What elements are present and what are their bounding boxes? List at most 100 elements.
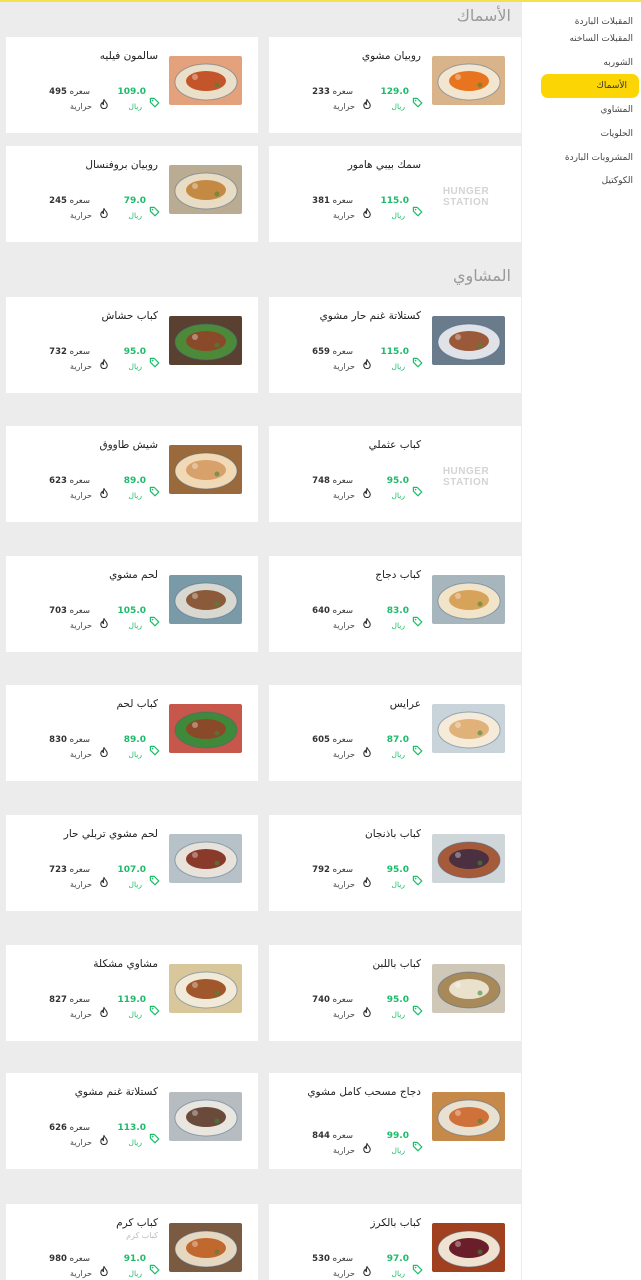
flame-icon: [363, 483, 371, 499]
menu-item-card[interactable]: عرايس 87.0 ريال سعره 605 حرارية: [269, 685, 521, 781]
menu-item-name: مشاوي مشكلة: [93, 958, 158, 970]
menu-item-card[interactable]: دجاج مسحب كامل مشوي 99.0 ريال سعره 844 حراري…: [269, 1073, 521, 1169]
menu-item-card[interactable]: كباب باللبن 95.0 ريال سعره 740 حرارية: [269, 945, 521, 1041]
currency-label: ريال: [391, 1010, 405, 1019]
calorie-unit-label: حرارية: [333, 211, 355, 220]
menu-item-calories: سعره 723: [49, 865, 90, 875]
sidebar-item-cocktails[interactable]: الكوكتيل: [602, 169, 633, 193]
menu-item-name: كباب لحم: [116, 698, 158, 710]
menu-item-card[interactable]: لحم مشوي 105.0 ريال سعره 703 حرارية: [6, 556, 258, 652]
menu-item-calories: سعره 659: [312, 347, 353, 357]
calorie-unit-label: حرارية: [70, 491, 92, 500]
menu-item-image: [432, 964, 505, 1013]
calorie-unit-label: حرارية: [70, 211, 92, 220]
menu-item-card[interactable]: HUNGER STATION كباب عثملي 95.0 ريال سعره 748…: [269, 426, 521, 522]
menu-item-card[interactable]: روبيان بروفنسال 79.0 ريال سعره 245 حرارية: [6, 146, 258, 242]
currency-label: ريال: [128, 211, 142, 220]
currency-label: ريال: [391, 211, 405, 220]
menu-item-name: كباب كرم: [116, 1217, 158, 1229]
menu-item-image: [169, 704, 242, 753]
menu-item-name: كباب عثملي: [368, 439, 421, 451]
menu-item-card[interactable]: HUNGER STATION سمك بيبي هامور 115.0 ريال سعر…: [269, 146, 521, 242]
menu-item-calories: سعره 740: [312, 995, 353, 1005]
price-tag-icon: [412, 741, 423, 756]
sidebar-item-hot-appetizers[interactable]: المقبلات الساخنه: [569, 27, 633, 51]
menu-item-image: [432, 704, 505, 753]
currency-label: ريال: [128, 491, 142, 500]
menu-item-calories: سعره 827: [49, 995, 90, 1005]
calorie-unit-label: حرارية: [70, 1269, 92, 1278]
price-tag-icon: [412, 871, 423, 886]
menu-item-card[interactable]: كباب بالكرز 97.0 ريال سعره 530 حرارية: [269, 1204, 521, 1280]
menu-item-card[interactable]: روبيان مشوي 129.0 ريال سعره 233 حرارية: [269, 37, 521, 133]
menu-item-card[interactable]: سالمون فيليه 109.0 ريال سعره 495 حرارية: [6, 37, 258, 133]
menu-item-calories: سعره 530: [312, 1254, 353, 1264]
calorie-unit-label: حرارية: [333, 491, 355, 500]
currency-label: ريال: [128, 750, 142, 759]
menu-item-image: [169, 165, 242, 214]
menu-item-name: كباب حشاش: [101, 310, 158, 322]
menu-item-calories: سعره 381: [312, 196, 353, 206]
menu-item-price: 129.0: [380, 87, 409, 97]
menu-item-card[interactable]: كباب حشاش 95.0 ريال سعره 732 حرارية: [6, 297, 258, 393]
menu-item-name: كباب باللبن: [372, 958, 421, 970]
price-tag-icon: [149, 482, 160, 497]
menu-item-calories: سعره 792: [312, 865, 353, 875]
currency-label: ريال: [391, 750, 405, 759]
menu-item-price: 95.0: [123, 347, 146, 357]
menu-item-card[interactable]: كباب لحم 89.0 ريال سعره 830 حرارية: [6, 685, 258, 781]
sidebar-item-fish[interactable]: الأسماك: [541, 74, 639, 98]
sidebar-item-cold-drinks[interactable]: المشروبات الباردة: [565, 146, 633, 170]
sidebar-item-desserts[interactable]: الحلويات: [601, 122, 633, 146]
menu-item-image: [432, 1092, 505, 1141]
hungerstation-placeholder-logo: HUNGER STATION: [442, 186, 490, 208]
menu-item-name: كستلاتة غنم مشوي: [74, 1086, 158, 1098]
sidebar-item-soups[interactable]: الشوربه: [603, 51, 633, 75]
currency-label: ريال: [391, 880, 405, 889]
currency-label: ريال: [128, 621, 142, 630]
menu-item-price: 97.0: [386, 1254, 409, 1264]
menu-item-image: [169, 575, 242, 624]
flame-icon: [363, 742, 371, 758]
menu-item-calories: سعره 626: [49, 1123, 90, 1133]
flame-icon: [363, 872, 371, 888]
flame-icon: [363, 354, 371, 370]
currency-label: ريال: [128, 1269, 142, 1278]
menu-item-price: 109.0: [117, 87, 146, 97]
menu-item-card[interactable]: كباب باذنجان 95.0 ريال سعره 792 حرارية: [269, 815, 521, 911]
menu-item-card[interactable]: كستلاتة غنم حار مشوي 115.0 ريال سعره 659 حرا…: [269, 297, 521, 393]
section-title-fish: الأسماك: [456, 6, 511, 25]
flame-icon: [363, 1002, 371, 1018]
flame-icon: [100, 203, 108, 219]
menu-item-card[interactable]: شيش طاووق 89.0 ريال سعره 623 حرارية: [6, 426, 258, 522]
menu-item-card[interactable]: كستلاتة غنم مشوي 113.0 ريال سعره 626 حرارية: [6, 1073, 258, 1169]
menu-item-calories: سعره 703: [49, 606, 90, 616]
currency-label: ريال: [391, 1269, 405, 1278]
menu-item-card[interactable]: لحم مشوي تربلي حار 107.0 ريال سعره 723 حراري…: [6, 815, 258, 911]
price-tag-icon: [412, 1260, 423, 1275]
calorie-unit-label: حرارية: [333, 880, 355, 889]
menu-item-image: [432, 316, 505, 365]
calorie-unit-label: حرارية: [333, 1146, 355, 1155]
menu-item-image: [432, 834, 505, 883]
sidebar-item-grills[interactable]: المشاوي: [600, 98, 633, 122]
flame-icon: [363, 203, 371, 219]
price-tag-icon: [412, 1001, 423, 1016]
flame-icon: [363, 94, 371, 110]
price-tag-icon: [149, 353, 160, 368]
menu-item-name: عرايس: [389, 698, 421, 710]
price-tag-icon: [412, 353, 423, 368]
menu-item-card[interactable]: مشاوي مشكلة 119.0 ريال سعره 827 حرارية: [6, 945, 258, 1041]
menu-item-card[interactable]: كباب كرم كباب كرم 91.0 ريال سعره 980 حرارية: [6, 1204, 258, 1280]
flame-icon: [100, 1261, 108, 1277]
flame-icon: [363, 1138, 371, 1154]
menu-item-price: 91.0: [123, 1254, 146, 1264]
flame-icon: [100, 613, 108, 629]
currency-label: ريال: [391, 362, 405, 371]
category-sidebar: المقبلات الباردة المقبلات الساخنه الشورب…: [522, 2, 641, 1280]
calorie-unit-label: حرارية: [70, 1138, 92, 1147]
menu-item-image: [169, 316, 242, 365]
menu-item-card[interactable]: كباب دجاج 83.0 ريال سعره 640 حرارية: [269, 556, 521, 652]
flame-icon: [100, 1002, 108, 1018]
price-tag-icon: [412, 1137, 423, 1152]
